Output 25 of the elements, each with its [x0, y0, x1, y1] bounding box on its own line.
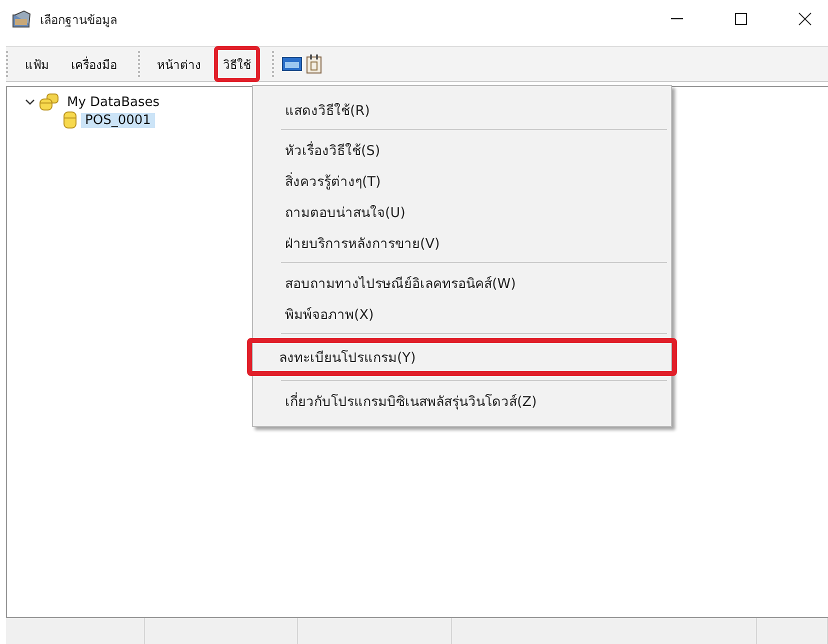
tree-item[interactable]: POS_0001: [81, 112, 155, 128]
menu-item[interactable]: หัวเรื่องวิธีใช้(S): [253, 134, 671, 165]
app-icon: [12, 10, 32, 28]
grid-window-icon[interactable]: [282, 57, 302, 71]
close-icon: [798, 12, 812, 26]
menu-item[interactable]: แสดงวิธีใช้(R): [253, 94, 671, 125]
maximize-icon: [734, 12, 748, 26]
menu-item[interactable]: ฝ่ายบริการหลังการขาย(V): [253, 227, 671, 258]
menu-item[interactable]: สอบถามทางไปรษณีย์อิเลคทรอนิคส์(W): [253, 267, 671, 298]
menu-item[interactable]: พิมพ์จอภาพ(X): [253, 298, 671, 329]
menu-item[interactable]: หน้าต่าง: [148, 46, 210, 82]
menu-item[interactable]: เกี่ยวกับโปรแกรมบิซิเนสพลัสรุ่นวินโดวส์(Z): [253, 385, 671, 416]
database-icon: [63, 111, 77, 129]
menu-item[interactable]: สิ่งควรรู้ต่างๆ(T): [253, 165, 671, 196]
menu-item[interactable]: ถามตอบน่าสนใจ(U): [253, 196, 671, 227]
tree-item[interactable]: My DataBases: [63, 94, 164, 110]
menu-item[interactable]: แฟ้ม: [16, 46, 58, 82]
database-stack-icon: [39, 93, 59, 111]
minimize-icon: [670, 18, 684, 20]
menu-item[interactable]: เครื่องมือ: [62, 46, 126, 82]
menu-item[interactable]: วิธีใช้: [214, 46, 260, 82]
menu-item[interactable]: ลงทะเบียนโปรแกรม(Y): [247, 338, 677, 376]
chevron-icon[interactable]: [25, 97, 35, 107]
calendar-icon[interactable]: [306, 54, 322, 74]
window-title: เลือกฐานข้อมูล: [40, 12, 118, 28]
